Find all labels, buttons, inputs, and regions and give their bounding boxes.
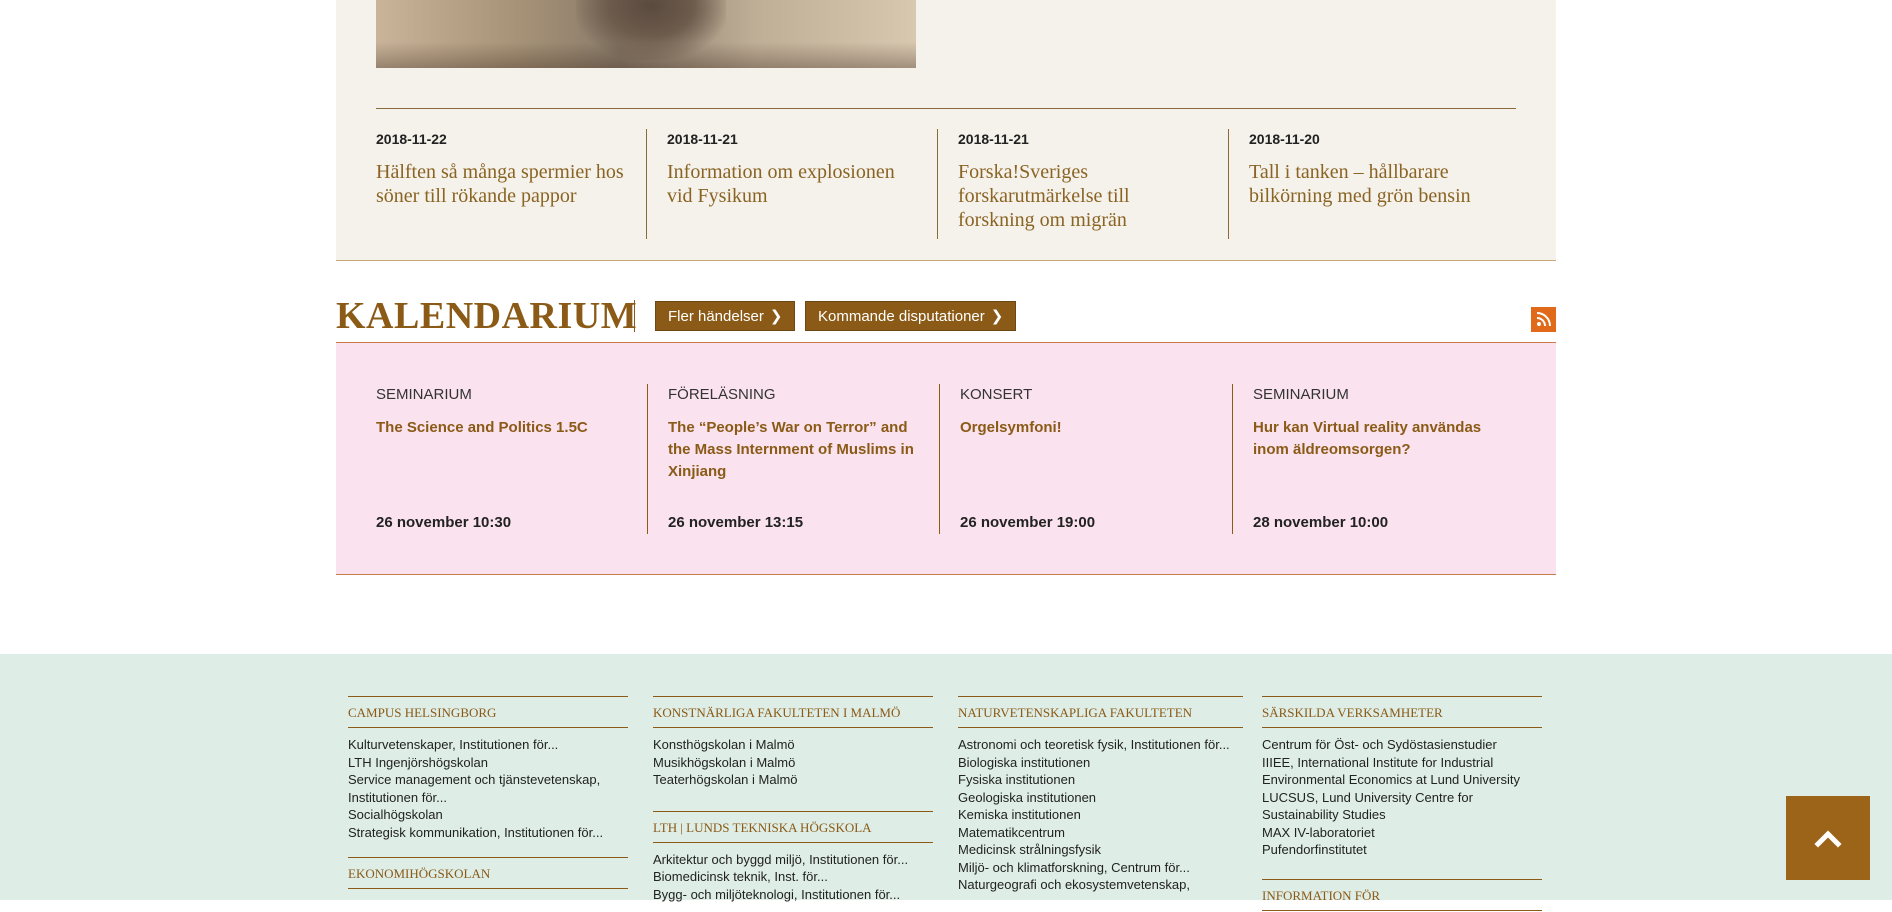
event-type: SEMINARIUM: [1253, 386, 1349, 403]
footer-link[interactable]: Miljö- och klimatforskning, Centrum för.…: [958, 859, 1243, 877]
footer-link[interactable]: Matematikcentrum: [958, 824, 1243, 842]
arrow-up-icon: [1786, 796, 1870, 880]
event-type: KONSERT: [960, 386, 1033, 403]
event-type: FÖRELÄSNING: [668, 386, 776, 403]
news-title-link[interactable]: Forska!Sveriges forskarutmärkelse till f…: [958, 160, 1208, 232]
calendar-events: SEMINARIUM The Science and Politics 1.5C…: [336, 342, 1556, 575]
footer-link-list: Konsthögskolan i Malmö Musikhögskolan i …: [653, 736, 933, 789]
footer-link[interactable]: Service management och tjänstevetenskap,…: [348, 771, 628, 806]
event-type: SEMINARIUM: [376, 386, 472, 403]
footer-link[interactable]: Kulturvetenskaper, Institutionen för...: [348, 736, 628, 754]
footer-link[interactable]: Kemiska institutionen: [958, 806, 1243, 824]
news-section: 2018-11-22 Hälften så många spermier hos…: [336, 0, 1556, 261]
footer-link[interactable]: Centrum för Öst- och Sydöstasienstudier: [1262, 736, 1542, 754]
event-title-link[interactable]: Hur kan Virtual reality användas inom äl…: [1253, 417, 1503, 461]
calendar-event[interactable]: FÖRELÄSNING The “People’s War on Terror”…: [647, 384, 920, 534]
footer-heading-link[interactable]: INFORMATION FÖR: [1262, 878, 1542, 911]
footer-link[interactable]: Fysiska institutionen: [958, 771, 1243, 789]
footer-link[interactable]: Socialhögskolan: [348, 806, 628, 824]
footer-link[interactable]: LTH Ingenjörshögskolan: [348, 754, 628, 772]
footer-link[interactable]: Medicinsk strålningsfysik: [958, 841, 1243, 859]
footer-link[interactable]: Naturgeografi och ekosystemvetenskap,: [958, 876, 1243, 894]
footer-heading-link[interactable]: EKONOMIHÖGSKOLAN: [348, 857, 628, 889]
calendar-event[interactable]: KONSERT Orgelsymfoni! 26 november 19:00: [939, 384, 1212, 534]
chevron-right-icon: ❯: [769, 308, 783, 325]
footer-heading-link[interactable]: SÄRSKILDA VERKSAMHETER: [1262, 696, 1542, 728]
footer-heading-link[interactable]: KONSTNÄRLIGA FAKULTETEN I MALMÖ: [653, 696, 933, 728]
event-title-link[interactable]: The “People’s War on Terror” and the Mas…: [668, 417, 918, 483]
footer-link[interactable]: Teaterhögskolan i Malmö: [653, 771, 933, 789]
event-time: 26 november 13:15: [668, 514, 804, 531]
more-events-button[interactable]: Fler händelser ❯: [655, 301, 796, 331]
news-date: 2018-11-21: [667, 131, 738, 147]
event-time: 28 november 10:00: [1253, 514, 1389, 531]
event-time: 26 november 19:00: [960, 514, 1096, 531]
news-item[interactable]: 2018-11-21 Information om explosionen vi…: [646, 129, 937, 239]
footer-link[interactable]: MAX IV-laboratoriet: [1262, 824, 1542, 842]
footer-link[interactable]: Musikhögskolan i Malmö: [653, 754, 933, 772]
footer-link[interactable]: Pufendorfinstitutet: [1262, 841, 1542, 859]
footer-column: KONSTNÄRLIGA FAKULTETEN I MALMÖ Konsthög…: [653, 696, 933, 903]
footer-link[interactable]: Geologiska institutionen: [958, 789, 1243, 807]
news-item[interactable]: 2018-11-20 Tall i tanken – hållbarare bi…: [1228, 129, 1499, 239]
calendar-title: KALENDARIUM: [336, 295, 638, 337]
rss-icon: [1531, 307, 1556, 332]
footer-column: CAMPUS HELSINGBORG Kulturvetenskaper, In…: [348, 696, 628, 889]
news-title-link[interactable]: Hälften så många spermier hos söner till…: [376, 160, 626, 208]
event-time: 26 november 10:30: [376, 514, 512, 531]
footer-link[interactable]: Biomedicinsk teknik, Inst. för...: [653, 868, 933, 886]
news-title-link[interactable]: Tall i tanken – hållbarare bilkörning me…: [1249, 160, 1499, 208]
site-footer: CAMPUS HELSINGBORG Kulturvetenskaper, In…: [0, 654, 1892, 911]
news-item[interactable]: 2018-11-22 Hälften så många spermier hos…: [376, 129, 636, 239]
footer-link-list: Kulturvetenskaper, Institutionen för... …: [348, 736, 628, 841]
footer-link[interactable]: IIIEE, International Institute for Indus…: [1262, 754, 1542, 789]
back-to-top-button[interactable]: [1786, 796, 1870, 880]
news-date: 2018-11-22: [376, 131, 447, 147]
footer-link[interactable]: Biologiska institutionen: [958, 754, 1243, 772]
footer-link-list: Astronomi och teoretisk fysik, Instituti…: [958, 736, 1243, 894]
event-title-link[interactable]: The Science and Politics 1.5C: [376, 417, 626, 439]
footer-heading-link[interactable]: CAMPUS HELSINGBORG: [348, 696, 628, 728]
upcoming-disputations-label: Kommande disputationer: [818, 308, 985, 325]
footer-column: SÄRSKILDA VERKSAMHETER Centrum för Öst- …: [1262, 696, 1542, 911]
footer-link[interactable]: Strategisk kommunikation, Institutionen …: [348, 824, 628, 842]
footer-link[interactable]: Konsthögskolan i Malmö: [653, 736, 933, 754]
rss-feed-button[interactable]: [1531, 307, 1556, 332]
news-title-link[interactable]: Information om explosionen vid Fysikum: [667, 160, 917, 208]
calendar-event[interactable]: SEMINARIUM The Science and Politics 1.5C…: [376, 384, 646, 534]
upcoming-disputations-button[interactable]: Kommande disputationer ❯: [805, 301, 1017, 331]
more-events-label: Fler händelser: [668, 308, 764, 325]
news-date: 2018-11-20: [1249, 131, 1320, 147]
footer-heading-link[interactable]: LTH | LUNDS TEKNISKA HÖGSKOLA: [653, 810, 933, 843]
calendar-event[interactable]: SEMINARIUM Hur kan Virtual reality använ…: [1232, 384, 1505, 534]
calendar-title-divider: [634, 300, 635, 332]
footer-column: NATURVETENSKAPLIGA FAKULTETEN Astronomi …: [958, 696, 1243, 894]
chevron-right-icon: ❯: [990, 308, 1004, 325]
footer-link[interactable]: Astronomi och teoretisk fysik, Instituti…: [958, 736, 1243, 754]
footer-link[interactable]: LUCSUS, Lund University Centre for Susta…: [1262, 789, 1542, 824]
footer-link-list: Centrum för Öst- och Sydöstasienstudier …: [1262, 736, 1542, 859]
footer-link[interactable]: Arkitektur och byggd miljö, Institutione…: [653, 851, 933, 869]
footer-link-list: Arkitektur och byggd miljö, Institutione…: [653, 851, 933, 904]
news-item[interactable]: 2018-11-21 Forska!Sveriges forskarutmärk…: [937, 129, 1208, 239]
news-feature-image[interactable]: [376, 0, 916, 68]
news-date: 2018-11-21: [958, 131, 1029, 147]
event-title-link[interactable]: Orgelsymfoni!: [960, 417, 1210, 439]
footer-heading-link[interactable]: NATURVETENSKAPLIGA FAKULTETEN: [958, 696, 1243, 728]
footer-link[interactable]: Bygg- och miljöteknologi, Institutionen …: [653, 886, 933, 904]
news-divider: [376, 108, 1516, 109]
